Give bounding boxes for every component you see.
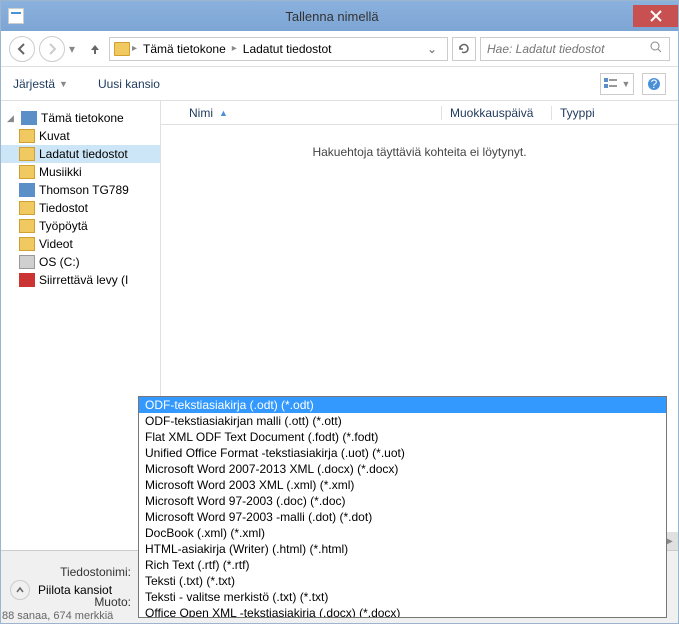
arrow-up-icon xyxy=(88,42,102,56)
hide-folders-button[interactable]: Piilota kansiot xyxy=(10,580,112,600)
tree-label: Ladatut tiedostot xyxy=(39,147,128,161)
format-option[interactable]: Microsoft Word 2003 XML (.xml) (*.xml) xyxy=(139,477,666,493)
tree-label: Videot xyxy=(39,237,73,251)
folder-icon xyxy=(19,201,35,215)
arrow-left-icon xyxy=(15,42,29,56)
tree-item-tiedostot[interactable]: Tiedostot xyxy=(1,199,160,217)
hide-folders-label: Piilota kansiot xyxy=(38,583,112,597)
folder-icon xyxy=(114,42,130,56)
tree-item-videot[interactable]: Videot xyxy=(1,235,160,253)
breadcrumb-dropdown[interactable]: ⌄ xyxy=(421,42,443,56)
tree-label: Kuvat xyxy=(39,129,70,143)
back-button[interactable] xyxy=(9,36,35,62)
format-option[interactable]: Teksti (.txt) (*.txt) xyxy=(139,573,666,589)
sort-indicator-icon: ▲ xyxy=(219,108,228,118)
list-view-icon xyxy=(604,78,620,90)
folder-icon xyxy=(19,165,35,179)
tree-label: Tämä tietokone xyxy=(41,111,124,125)
app-icon xyxy=(1,1,31,31)
tree-item-kuvat[interactable]: Kuvat xyxy=(1,127,160,145)
folder-icon xyxy=(19,237,35,251)
column-modified[interactable]: Muokkauspäivä xyxy=(441,106,551,120)
view-mode-button[interactable]: ▼ xyxy=(600,73,634,95)
organize-label: Järjestä xyxy=(13,77,55,91)
format-option[interactable]: Flat XML ODF Text Document (.fodt) (*.fo… xyxy=(139,429,666,445)
chevron-down-icon: ▼ xyxy=(622,79,631,89)
search-icon xyxy=(649,40,663,57)
up-button[interactable] xyxy=(85,39,105,59)
expand-icon[interactable]: ◢ xyxy=(7,113,17,124)
tree-item-tyopoyta[interactable]: Työpöytä xyxy=(1,217,160,235)
usb-drive-icon xyxy=(19,273,35,287)
tree-label: Työpöytä xyxy=(39,219,88,233)
close-button[interactable] xyxy=(633,5,678,27)
close-icon xyxy=(650,10,662,22)
filename-label: Tiedostonimi: xyxy=(21,565,131,579)
format-option[interactable]: Microsoft Word 97-2003 -malli (.dot) (*.… xyxy=(139,509,666,525)
drive-icon xyxy=(19,255,35,269)
arrow-right-icon xyxy=(45,42,59,56)
tree-label: Tiedostot xyxy=(39,201,88,215)
format-option[interactable]: ODF-tekstiasiakirja (.odt) (*.odt) xyxy=(139,397,666,413)
search-box[interactable] xyxy=(480,37,670,61)
statusbar: 88 sanaa, 674 merkkiä xyxy=(2,610,113,622)
refresh-button[interactable] xyxy=(452,37,476,61)
organize-menu[interactable]: Järjestä ▼ xyxy=(13,77,68,91)
format-option[interactable]: Microsoft Word 97-2003 (.doc) (*.doc) xyxy=(139,493,666,509)
breadcrumb-part[interactable]: Ladatut tiedostot xyxy=(239,42,336,56)
breadcrumb[interactable]: ▸ Tämä tietokone ▸ Ladatut tiedostot ⌄ xyxy=(109,37,448,61)
search-input[interactable] xyxy=(487,42,649,56)
format-option[interactable]: Teksti - valitse merkistö (.txt) (*.txt) xyxy=(139,589,666,605)
help-icon: ? xyxy=(647,77,661,91)
format-option[interactable]: ODF-tekstiasiakirjan malli (.ott) (*.ott… xyxy=(139,413,666,429)
tree-root[interactable]: ◢ Tämä tietokone xyxy=(1,109,160,127)
column-type[interactable]: Tyyppi xyxy=(551,106,621,120)
tree-label: Siirrettävä levy (I xyxy=(39,273,128,287)
tree-item-ladatut[interactable]: Ladatut tiedostot xyxy=(1,145,160,163)
tree-item-thomson[interactable]: Thomson TG789 xyxy=(1,181,160,199)
format-option[interactable]: Unified Office Format -tekstiasiakirja (… xyxy=(139,445,666,461)
tree-label: Musiikki xyxy=(39,165,82,179)
window-title: Tallenna nimellä xyxy=(31,9,633,24)
new-folder-label: Uusi kansio xyxy=(98,77,160,91)
chevron-down-icon: ▼ xyxy=(59,79,68,89)
titlebar: Tallenna nimellä xyxy=(1,1,678,31)
file-list-header: Nimi▲ Muokkauspäivä Tyyppi xyxy=(161,101,678,125)
navbar: ▾ ▸ Tämä tietokone ▸ Ladatut tiedostot ⌄ xyxy=(1,31,678,67)
forward-button[interactable] xyxy=(39,36,65,62)
column-name[interactable]: Nimi▲ xyxy=(181,106,441,120)
format-option[interactable]: HTML-asiakirja (Writer) (.html) (*.html) xyxy=(139,541,666,557)
format-option[interactable]: Rich Text (.rtf) (*.rtf) xyxy=(139,557,666,573)
tree-item-removable[interactable]: Siirrettävä levy (I xyxy=(1,271,160,289)
format-option[interactable]: Microsoft Word 2007-2013 XML (.docx) (*.… xyxy=(139,461,666,477)
new-folder-button[interactable]: Uusi kansio xyxy=(98,77,160,91)
refresh-icon xyxy=(457,42,471,56)
format-option[interactable]: Office Open XML -tekstiasiakirja (.docx)… xyxy=(139,605,666,618)
device-icon xyxy=(19,183,35,197)
folder-icon xyxy=(19,219,35,233)
tree-label: Thomson TG789 xyxy=(39,183,129,197)
tree-label: OS (C:) xyxy=(39,255,80,269)
computer-icon xyxy=(21,111,37,125)
breadcrumb-part[interactable]: Tämä tietokone xyxy=(139,42,230,56)
folder-tree[interactable]: ◢ Tämä tietokone Kuvat Ladatut tiedostot… xyxy=(1,101,161,550)
tree-item-musiikki[interactable]: Musiikki xyxy=(1,163,160,181)
chevron-right-icon: ▸ xyxy=(132,43,137,54)
folder-icon xyxy=(19,129,35,143)
nav-history-dropdown[interactable]: ▾ xyxy=(69,42,81,56)
svg-text:?: ? xyxy=(651,77,658,91)
chevron-right-icon: ▸ xyxy=(232,43,237,54)
format-dropdown-list[interactable]: ODF-tekstiasiakirja (.odt) (*.odt) ODF-t… xyxy=(138,396,667,618)
format-option[interactable]: DocBook (.xml) (*.xml) xyxy=(139,525,666,541)
tree-item-os-c[interactable]: OS (C:) xyxy=(1,253,160,271)
folder-icon xyxy=(19,147,35,161)
chevron-up-icon xyxy=(10,580,30,600)
help-button[interactable]: ? xyxy=(642,73,666,95)
toolbar: Järjestä ▼ Uusi kansio ▼ ? xyxy=(1,67,678,101)
